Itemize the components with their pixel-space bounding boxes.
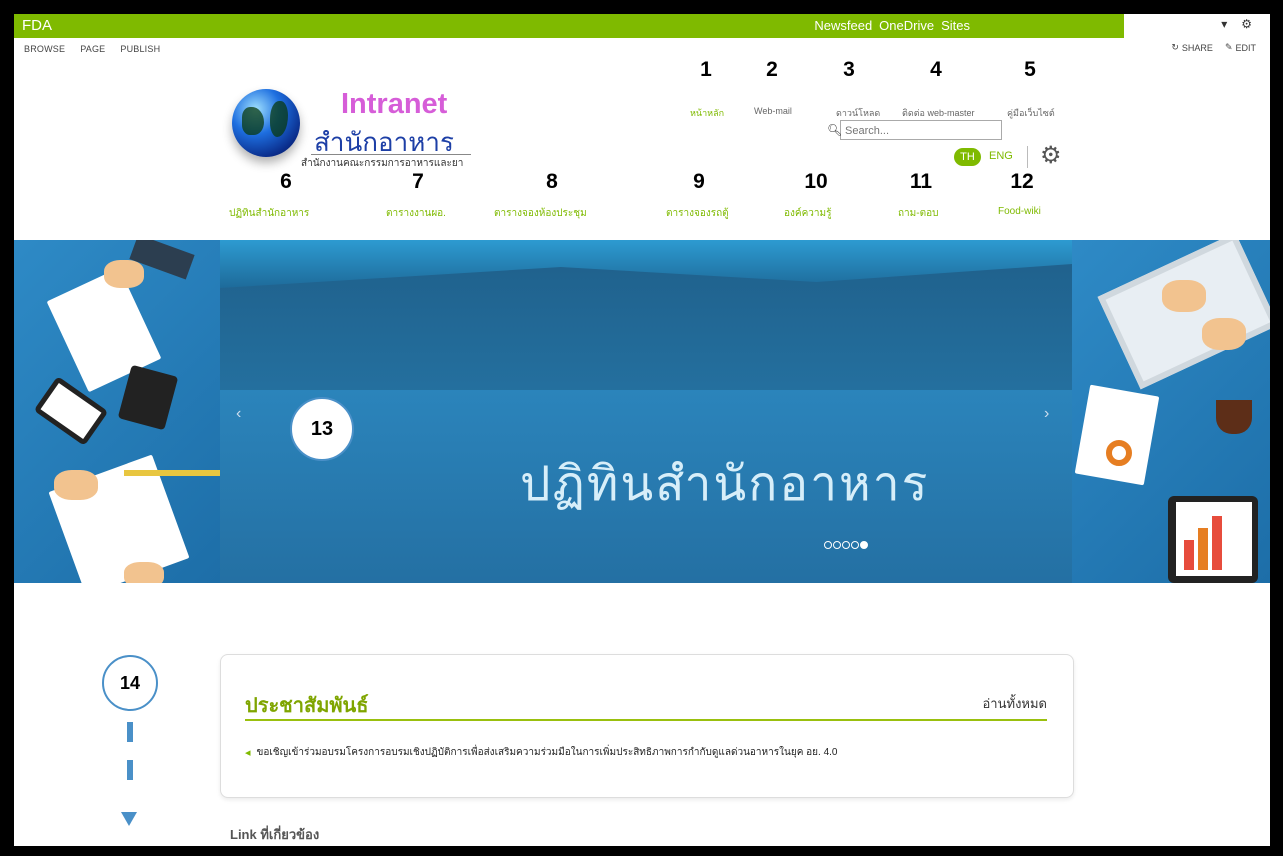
lang-th-button[interactable]: TH <box>954 148 981 166</box>
pencil-icon: ✎ <box>1224 42 1233 52</box>
edit-button[interactable]: ✎ EDIT <box>1225 42 1256 53</box>
lang-divider <box>1027 146 1028 168</box>
brand-label[interactable]: FDA <box>22 17 52 34</box>
nav-faq[interactable]: ถาม-ตอบ <box>898 206 938 221</box>
suite-links: Newsfeed OneDrive Sites <box>814 18 970 33</box>
down-arrow-icon <box>121 812 137 826</box>
carousel: ‹ › ปฏิทินสำนักอาหาร <box>14 240 1270 583</box>
news-item-text[interactable]: ขอเชิญเข้าร่วมอบรมโครงการอบรมเชิงปฏิบัติ… <box>257 745 838 760</box>
top-link-home[interactable]: หน้าหลัก <box>690 106 724 120</box>
logo-divider <box>311 154 471 155</box>
megaphone-icon: ◂ <box>245 747 251 759</box>
sites-link[interactable]: Sites <box>941 18 970 33</box>
nav-van-booking[interactable]: ตารางจองรถตู้ <box>666 206 729 221</box>
top-link-contact[interactable]: ติดต่อ web-master <box>902 106 974 120</box>
suite-bar-green: FDA Newsfeed OneDrive Sites <box>14 14 1124 38</box>
share-label: SHARE <box>1181 42 1213 53</box>
settings-gear-icon[interactable]: ⚙ <box>1040 144 1062 168</box>
carousel-indicators <box>824 541 868 549</box>
carousel-prev-icon[interactable]: ‹ <box>236 405 241 423</box>
carousel-left-illustration <box>14 240 220 583</box>
news-title: ประชาสัมพันธ์ <box>245 695 369 717</box>
nav-food-wiki[interactable]: Food-wiki <box>998 206 1041 217</box>
lang-eng-button[interactable]: ENG <box>989 150 1013 162</box>
nav-meeting-room-booking[interactable]: ตารางจองห้องประชุม <box>494 206 587 221</box>
share-button[interactable]: ↻ SHARE <box>1171 42 1213 53</box>
callout-14-arrow-dash <box>127 760 133 780</box>
search-input[interactable] <box>841 123 999 139</box>
callout-7: 7 <box>412 170 424 193</box>
callout-3: 3 <box>843 58 855 81</box>
carousel-dot[interactable] <box>851 541 859 549</box>
callout-4: 4 <box>930 58 942 81</box>
tab-page[interactable]: PAGE <box>80 44 105 54</box>
callout-11: 11 <box>909 170 933 193</box>
callout-10: 10 <box>804 170 828 193</box>
carousel-next-icon[interactable]: › <box>1044 405 1049 423</box>
tab-browse[interactable]: BROWSE <box>24 44 65 54</box>
callout-1: 1 <box>700 58 712 81</box>
carousel-dot[interactable] <box>824 541 832 549</box>
top-link-manual[interactable]: คู่มือเว็บไซต์ <box>1007 106 1055 120</box>
callout-5: 5 <box>1024 58 1036 81</box>
callout-14-arrow-dash <box>127 722 133 742</box>
nav-knowledge[interactable]: องค์ความรู้ <box>784 206 831 221</box>
suite-actions: ▾ ⚙ <box>1221 17 1252 31</box>
page-frame: FDA Newsfeed OneDrive Sites ▾ ⚙ BROWSE P… <box>14 14 1270 846</box>
nav-director-schedule[interactable]: ตารางงานผอ. <box>386 206 446 221</box>
carousel-dot[interactable] <box>842 541 850 549</box>
share-icon: ↻ <box>1171 42 1179 52</box>
search-box: 🔍︎ <box>827 120 1002 140</box>
tab-publish[interactable]: PUBLISH <box>120 44 160 54</box>
slide-title[interactable]: ปฏิทินสำนักอาหาร <box>520 446 929 522</box>
newsfeed-link[interactable]: Newsfeed <box>814 18 872 33</box>
news-divider <box>245 719 1047 721</box>
callout-14: 14 <box>102 655 158 711</box>
news-item[interactable]: ◂ ขอเชิญเข้าร่วมอบรมโครงการอบรมเชิงปฏิบั… <box>245 745 837 760</box>
ribbon: BROWSE PAGE PUBLISH ↻ SHARE ✎ EDIT <box>14 38 1270 60</box>
callout-2: 2 <box>766 58 778 81</box>
callout-13: 13 <box>290 397 354 461</box>
nav-calendar[interactable]: ปฏิทินสำนักอาหาร <box>229 206 309 221</box>
callout-8: 8 <box>546 170 558 193</box>
gear-icon[interactable]: ⚙ <box>1241 17 1252 31</box>
related-links-title: Link ที่เกี่ยวข้อง <box>230 827 320 842</box>
news-panel: ประชาสัมพันธ์ อ่านทั้งหมด ◂ ขอเชิญเข้าร่… <box>220 654 1074 798</box>
carousel-right-illustration <box>1072 240 1270 583</box>
ribbon-actions: ↻ SHARE ✎ EDIT <box>1171 42 1256 53</box>
top-link-download[interactable]: ดาวน์โหลด <box>836 106 880 120</box>
suite-bar: FDA Newsfeed OneDrive Sites ▾ ⚙ <box>14 14 1270 38</box>
edit-label: EDIT <box>1235 42 1256 53</box>
search-icon[interactable]: 🔍︎ <box>827 123 842 137</box>
dropdown-icon[interactable]: ▾ <box>1221 17 1227 31</box>
globe-logo-icon[interactable] <box>232 89 300 157</box>
logo-caption: สำนักงานคณะกรรมการอาหารและยา <box>301 158 464 169</box>
news-read-all-link[interactable]: อ่านทั้งหมด <box>983 693 1048 714</box>
onedrive-link[interactable]: OneDrive <box>879 18 934 33</box>
top-links: หน้าหลัก Web-mail ดาวน์โหลด ติดต่อ web-m… <box>14 106 1270 120</box>
callout-6: 6 <box>280 170 292 193</box>
carousel-dot[interactable] <box>833 541 841 549</box>
callout-12: 12 <box>1010 170 1034 193</box>
ribbon-tabs: BROWSE PAGE PUBLISH <box>24 44 160 54</box>
top-link-webmail[interactable]: Web-mail <box>754 106 792 116</box>
callout-9: 9 <box>693 170 705 193</box>
carousel-dot-active[interactable] <box>860 541 868 549</box>
